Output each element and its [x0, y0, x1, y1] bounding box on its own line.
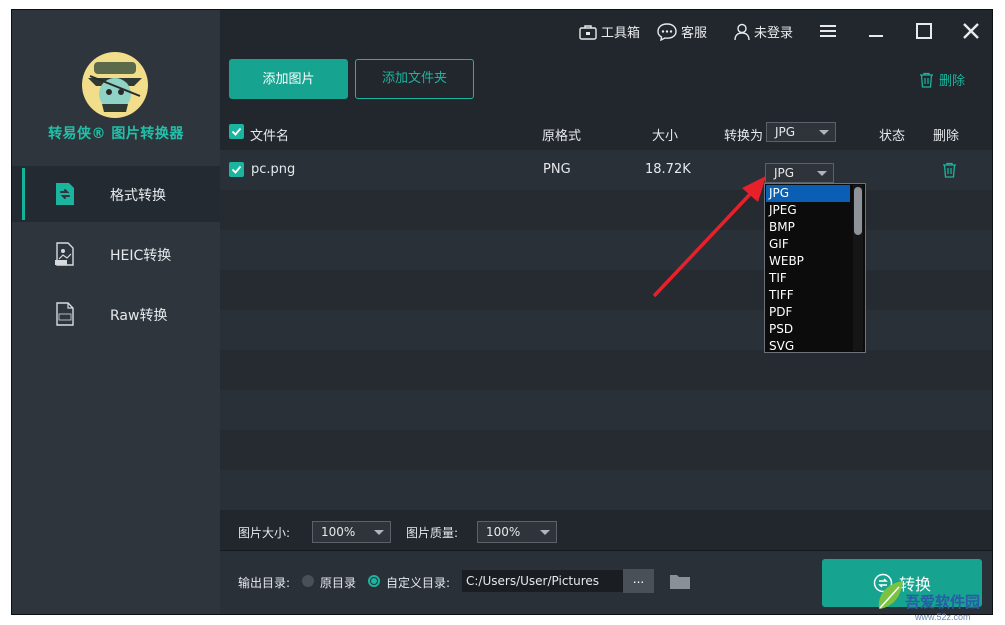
table-row: [220, 190, 992, 230]
trash-icon: [920, 72, 933, 88]
format-convert-icon: [52, 181, 78, 207]
dropdown-scrollbar[interactable]: [853, 185, 863, 351]
header-status: 状态: [879, 129, 906, 144]
sidebar-item-format-convert[interactable]: 格式转换: [12, 166, 220, 222]
red-arrow-annotation: [652, 176, 766, 298]
sidebar-item-raw[interactable]: Raw转换: [12, 286, 220, 342]
table-row: [220, 350, 992, 390]
close-icon[interactable]: [960, 20, 982, 42]
image-size-select[interactable]: 100%: [312, 521, 391, 543]
delete-all-button[interactable]: 删除: [919, 70, 965, 89]
scrollbar-thumb[interactable]: [854, 187, 862, 235]
table-row: [220, 310, 992, 350]
sidebar-item-heic[interactable]: HEIC转换: [12, 226, 220, 282]
custom-dir-radio[interactable]: [368, 575, 380, 587]
watermark: 吾爱软件园 www.52z.com: [875, 575, 1003, 625]
format-dropdown-list[interactable]: JPG JPEG BMP GIF WEBP TIF TIFF PDF PSD S…: [764, 183, 866, 353]
dropdown-option-tif[interactable]: TIF: [766, 270, 850, 287]
maximize-icon[interactable]: [913, 20, 935, 42]
table-row[interactable]: pc.png PNG 18.72K JPG: [220, 150, 992, 190]
login-button[interactable]: 未登录: [734, 22, 793, 41]
table-row: [220, 430, 992, 470]
header-size: 大小: [652, 129, 679, 144]
image-size-value: 100%: [321, 525, 356, 539]
menu-icon[interactable]: [817, 20, 839, 42]
chat-bubble-icon: [657, 22, 677, 41]
dropdown-option-tiff[interactable]: TIFF: [766, 287, 850, 304]
global-format-select[interactable]: JPG: [766, 122, 836, 142]
global-format-value: JPG: [775, 125, 796, 139]
chevron-down-icon: [540, 530, 550, 535]
sidebar: 转易侠® 图片转换器 格式转换 HEIC转换 Raw转换: [12, 10, 220, 614]
app-title: 转易侠® 图片转换器: [48, 126, 184, 142]
dropdown-option-gif[interactable]: GIF: [766, 236, 850, 253]
row-format: PNG: [543, 162, 571, 177]
login-label: 未登录: [754, 26, 794, 41]
original-dir-radio[interactable]: [302, 575, 314, 587]
dropdown-option-jpg[interactable]: JPG: [766, 185, 850, 202]
dropdown-option-bmp[interactable]: BMP: [766, 219, 850, 236]
browse-button[interactable]: ...: [623, 569, 654, 593]
service-button[interactable]: 客服: [657, 22, 707, 41]
app-window: 转易侠® 图片转换器 格式转换 HEIC转换 Raw转换 工具箱 客服 未登录 …: [11, 9, 993, 615]
table-row: [220, 390, 992, 430]
chevron-down-icon: [374, 530, 384, 535]
image-size-label: 图片大小:: [238, 526, 291, 540]
header-filename: 文件名: [250, 129, 290, 144]
toolbox-icon: [579, 24, 597, 40]
watermark-text: 吾爱软件园: [905, 594, 981, 611]
app-logo: [82, 52, 148, 118]
dropdown-option-svg[interactable]: SVG: [766, 338, 850, 355]
leaf-logo-icon: [878, 581, 903, 609]
radio-dot: [371, 578, 377, 584]
image-quality-select[interactable]: 100%: [477, 521, 557, 543]
sidebar-item-label: 格式转换: [110, 188, 166, 204]
service-label: 客服: [681, 26, 708, 41]
check-icon: [231, 165, 242, 174]
image-quality-value: 100%: [486, 525, 521, 539]
sidebar-item-label: HEIC转换: [110, 248, 172, 264]
output-dir-label: 输出目录:: [238, 576, 291, 590]
chevron-down-icon: [819, 130, 829, 135]
select-all-checkbox[interactable]: [229, 124, 244, 139]
row-checkbox[interactable]: [229, 162, 244, 177]
raw-file-icon: [52, 301, 78, 327]
table-row: [220, 270, 992, 310]
sidebar-item-label: Raw转换: [110, 308, 168, 324]
watermark-url: www.52z.com: [915, 612, 971, 622]
custom-dir-label: 自定义目录:: [386, 576, 451, 590]
output-path-field[interactable]: C:/Users/User/Pictures: [462, 570, 624, 592]
check-icon: [231, 127, 242, 136]
header-convert-to: 转换为: [724, 129, 764, 144]
header-format: 原格式: [542, 129, 582, 144]
add-folder-button[interactable]: 添加文件夹: [355, 59, 474, 99]
trash-icon: [943, 162, 956, 178]
folder-icon[interactable]: [669, 572, 691, 594]
row-filename: pc.png: [251, 162, 296, 177]
table-header: 文件名 原格式 大小 转换为 JPG 状态 删除: [220, 114, 992, 150]
original-dir-label: 原目录: [320, 576, 357, 590]
row-format-value: JPG: [774, 166, 795, 180]
chevron-down-icon: [817, 171, 827, 176]
dropdown-option-pdf[interactable]: PDF: [766, 304, 850, 321]
minimize-icon[interactable]: [865, 20, 887, 42]
user-icon: [734, 23, 750, 40]
image-quality-label: 图片质量:: [406, 526, 459, 540]
row-delete-button[interactable]: [942, 162, 957, 182]
row-format-select[interactable]: JPG: [765, 163, 834, 183]
table-row: [220, 470, 992, 510]
dropdown-option-jpeg[interactable]: JPEG: [766, 202, 850, 219]
table-row: [220, 230, 992, 270]
heic-file-icon: [52, 241, 78, 267]
toolbox-label: 工具箱: [601, 26, 641, 41]
dropdown-option-webp[interactable]: WEBP: [766, 253, 850, 270]
add-image-button[interactable]: 添加图片: [229, 59, 348, 99]
dropdown-option-psd[interactable]: PSD: [766, 321, 850, 338]
toolbox-button[interactable]: 工具箱: [579, 22, 640, 41]
delete-label: 删除: [939, 74, 966, 89]
header-delete: 删除: [933, 129, 960, 144]
